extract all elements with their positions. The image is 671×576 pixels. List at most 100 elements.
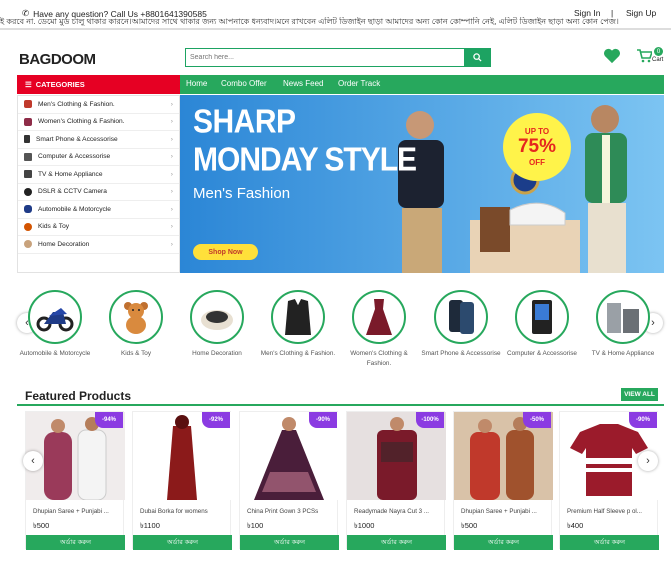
order-button[interactable]: অর্ডার করুন bbox=[347, 535, 446, 550]
contact-info: ✆ Have any question? Call Us +8801641390… bbox=[22, 8, 207, 19]
chevron-right-icon: › bbox=[170, 170, 173, 178]
category-circle-computer[interactable] bbox=[515, 290, 569, 344]
chevron-right-icon: › bbox=[170, 118, 173, 126]
category-circle-smartphone[interactable] bbox=[434, 290, 488, 344]
site-logo[interactable]: BAGDOOM bbox=[19, 51, 96, 68]
category-item[interactable]: TV & Home Appliance › bbox=[18, 166, 179, 184]
offer-badge: UP TO 75% OFF bbox=[503, 113, 571, 181]
order-button[interactable]: অর্ডার করুন bbox=[240, 535, 339, 550]
menu-icon: ☰ bbox=[25, 80, 32, 89]
suit-icon bbox=[285, 299, 311, 335]
product-name[interactable]: Readymade Nayra Cut 3 ... bbox=[354, 508, 442, 515]
category-circle-label: TV & Home Appliance bbox=[591, 350, 655, 357]
appliance-icon bbox=[607, 303, 639, 333]
sign-up-link[interactable]: Sign Up bbox=[626, 8, 656, 18]
search-button[interactable] bbox=[464, 49, 490, 66]
cart-button[interactable] bbox=[636, 49, 654, 65]
shop-now-button[interactable]: Shop Now bbox=[193, 244, 258, 260]
category-circle-kids-toy[interactable] bbox=[109, 290, 163, 344]
products-prev-button[interactable]: ‹ bbox=[23, 451, 43, 471]
phone-text: Have any question? Call Us +880164139058… bbox=[33, 8, 207, 19]
teddy-bear-icon bbox=[124, 302, 148, 334]
category-item[interactable]: Women's Clothing & Fashion. › bbox=[18, 114, 179, 131]
product-name[interactable]: Dubai Borka for womens bbox=[140, 508, 228, 515]
phone-icon: ✆ bbox=[22, 8, 30, 18]
cart-count-badge: 0 bbox=[654, 47, 663, 56]
wishlist-heart-icon[interactable] bbox=[603, 48, 621, 66]
chevron-right-icon: › bbox=[170, 223, 173, 231]
category-item[interactable]: Smart Phone & Accessorise › bbox=[18, 131, 179, 149]
category-circle-label: Men's Clothing & Fashion. bbox=[260, 350, 336, 357]
toy-icon bbox=[24, 222, 32, 231]
category-item[interactable]: DSLR & CCTV Camera › bbox=[18, 184, 179, 201]
product-name[interactable]: China Print Gown 3 PCSs bbox=[247, 508, 335, 515]
category-circle-mens-fashion[interactable] bbox=[271, 290, 325, 344]
motorcycle-icon bbox=[24, 205, 32, 214]
products-next-button[interactable]: › bbox=[638, 451, 658, 471]
product-price: ৳500 bbox=[33, 521, 50, 530]
banner-headline-2: MONDAY STYLE bbox=[193, 142, 417, 179]
discount-badge: -90% bbox=[309, 412, 337, 428]
category-circle-automobile[interactable] bbox=[28, 290, 82, 344]
cart-icon bbox=[637, 49, 654, 63]
shirt-icon bbox=[24, 100, 32, 109]
smartphone-icon bbox=[449, 300, 474, 334]
category-circle-home-decoration[interactable] bbox=[190, 290, 244, 344]
order-button[interactable]: অর্ডার করুন bbox=[133, 535, 232, 550]
categories-title: CATEGORIES bbox=[35, 80, 85, 89]
discount-badge: -50% bbox=[523, 412, 551, 428]
nav-home[interactable]: Home bbox=[186, 79, 207, 88]
dress-icon bbox=[24, 117, 32, 126]
category-circle-tv-appliance[interactable] bbox=[596, 290, 650, 344]
featured-title: Featured Products bbox=[25, 389, 132, 403]
category-item[interactable]: Kids & Toy › bbox=[18, 219, 179, 236]
tv-icon bbox=[24, 170, 32, 179]
decoration-icon bbox=[24, 240, 32, 249]
order-button[interactable]: অর্ডার করুন bbox=[560, 535, 659, 550]
search-input[interactable] bbox=[186, 49, 466, 66]
product-card[interactable]: -94% Dhupian Saree + Punjabi ... ৳500 অর… bbox=[25, 411, 125, 550]
product-name[interactable]: Premium Half Sleeve p ol... bbox=[567, 508, 655, 515]
pet-bed-icon bbox=[201, 310, 233, 330]
nav-order-track[interactable]: Order Track bbox=[338, 79, 380, 88]
product-card[interactable]: -50% Dhupian Saree + Punjabi ... ৳500 অর… bbox=[453, 411, 553, 550]
category-circle-label: Women's Clothing & Fashion. bbox=[350, 350, 408, 367]
order-button[interactable]: অর্ডার করুন bbox=[454, 535, 553, 550]
chevron-right-icon: › bbox=[170, 135, 173, 143]
chevron-right-icon: › bbox=[170, 188, 173, 196]
category-item[interactable]: Automobile & Motorcycle › bbox=[18, 201, 179, 219]
chevron-right-icon: › bbox=[646, 455, 650, 467]
product-card[interactable]: -92% Dubai Borka for womens ৳1100 অর্ডার… bbox=[132, 411, 232, 550]
nav-news-feed[interactable]: News Feed bbox=[283, 79, 323, 88]
chevron-right-icon: › bbox=[170, 240, 173, 248]
category-item[interactable]: Computer & Accessorise › bbox=[18, 149, 179, 166]
product-card[interactable]: -90% China Print Gown 3 PCSs ৳100 অর্ডার… bbox=[239, 411, 339, 550]
category-item[interactable]: Men's Clothing & Fashion. › bbox=[18, 96, 179, 114]
sign-in-link[interactable]: Sign In bbox=[574, 8, 600, 18]
discount-badge: -92% bbox=[202, 412, 230, 428]
category-circle-label: Home Decoration bbox=[192, 350, 242, 357]
product-name[interactable]: Dhupian Saree + Punjabi ... bbox=[33, 508, 121, 515]
nav-combo-offer[interactable]: Combo Offer bbox=[221, 79, 267, 88]
camera-icon bbox=[24, 187, 32, 196]
product-card[interactable]: -90% Premium Half Sleeve p ol... ৳400 অর… bbox=[559, 411, 659, 550]
category-item[interactable]: Home Decoration › bbox=[18, 236, 179, 254]
banner-headline-1: SHARP bbox=[193, 104, 296, 141]
category-circle-womens-fashion[interactable] bbox=[352, 290, 406, 344]
product-price: ৳1000 bbox=[354, 521, 375, 530]
product-price: ৳500 bbox=[461, 521, 478, 530]
product-price: ৳400 bbox=[567, 521, 584, 530]
categories-header[interactable]: ☰ CATEGORIES bbox=[17, 75, 180, 94]
chevron-right-icon: › bbox=[170, 205, 173, 213]
motorcycle-icon bbox=[36, 308, 74, 332]
divider bbox=[17, 404, 664, 406]
view-all-button[interactable]: VIEW ALL bbox=[621, 388, 658, 401]
category-circle-label: Computer & Accessorise bbox=[507, 350, 577, 357]
category-circle-label: Smart Phone & Accessorise bbox=[421, 350, 501, 357]
chevron-right-icon: › bbox=[651, 317, 655, 329]
product-name[interactable]: Dhupian Saree + Punjabi ... bbox=[461, 508, 549, 515]
product-card[interactable]: -100% Readymade Nayra Cut 3 ... ৳1000 অর… bbox=[346, 411, 446, 550]
phone-icon bbox=[24, 135, 30, 144]
dress-icon bbox=[366, 299, 392, 335]
order-button[interactable]: অর্ডার করুন bbox=[26, 535, 125, 550]
